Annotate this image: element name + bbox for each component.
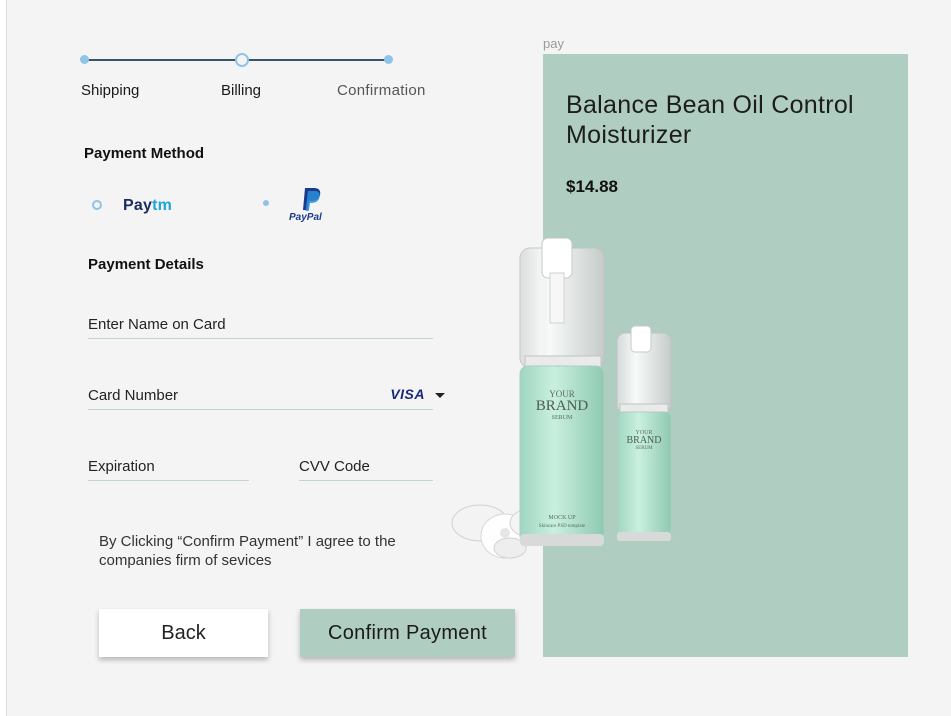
step-line-1 [88, 59, 238, 61]
serum-bottle-large: YOUR BRAND SERUM MOCK UP Skincare PSD te… [519, 238, 605, 546]
step-dot-shipping[interactable] [80, 55, 89, 64]
bottle-caption: MOCK UP [548, 515, 576, 521]
expiration-placeholder: Expiration [88, 458, 155, 475]
paypal-radio[interactable] [263, 200, 269, 206]
paypal-logo[interactable]: PayPal [289, 186, 329, 224]
frame-label: pay [543, 36, 564, 51]
payment-details-title: Payment Details [88, 256, 204, 273]
paypal-label: PayPal [289, 212, 322, 223]
serum-bottle-small: YOUR BRAND SERUM [616, 325, 672, 541]
back-button[interactable]: Back [99, 609, 268, 657]
name-on-card-field[interactable]: Enter Name on Card [88, 316, 433, 339]
paypal-icon [303, 188, 321, 211]
paytm-logo-pay: Pay [123, 197, 153, 214]
product-image: YOUR BRAND SERUM MOCK UP Skincare PSD te… [451, 238, 672, 559]
cvv-placeholder: CVV Code [299, 458, 370, 475]
terms-text: By Clicking “Confirm Payment” I agree to… [99, 533, 396, 569]
step-label-confirmation[interactable]: Confirmation [337, 82, 426, 99]
step-label-shipping[interactable]: Shipping [81, 82, 139, 99]
expiration-field[interactable]: Expiration [88, 458, 249, 481]
bottle-caption-sub: Skincare PSD template [539, 524, 586, 529]
paytm-radio[interactable] [92, 200, 102, 210]
visa-logo: VISA [390, 386, 425, 402]
product-name: Balance Bean Oil Control Moisturizer [566, 91, 854, 149]
product-price: $14.88 [566, 177, 618, 196]
chevron-down-icon[interactable] [435, 393, 445, 398]
card-number-placeholder: Card Number [88, 387, 179, 404]
bottle-brand: BRAND [536, 398, 589, 414]
payment-method-title: Payment Method [84, 145, 205, 162]
step-line-2 [248, 59, 386, 61]
svg-text:SERUM: SERUM [635, 446, 653, 451]
step-label-billing[interactable]: Billing [221, 82, 261, 99]
paytm-logo-tm: tm [152, 197, 173, 214]
step-dot-billing[interactable] [235, 53, 249, 67]
paytm-logo[interactable]: Paytm [123, 197, 172, 215]
card-number-field[interactable]: Card Number VISA [88, 386, 445, 410]
svg-text:BRAND: BRAND [626, 435, 661, 446]
bottle-brand-sub: SERUM [552, 415, 573, 421]
step-dot-confirmation[interactable] [384, 55, 393, 64]
name-on-card-placeholder: Enter Name on Card [88, 316, 226, 333]
confirm-payment-button[interactable]: Confirm Payment [300, 609, 515, 657]
cvv-field[interactable]: CVV Code [299, 458, 433, 481]
checkout-stepper: Shipping Billing Confirmation [0, 0, 480, 110]
